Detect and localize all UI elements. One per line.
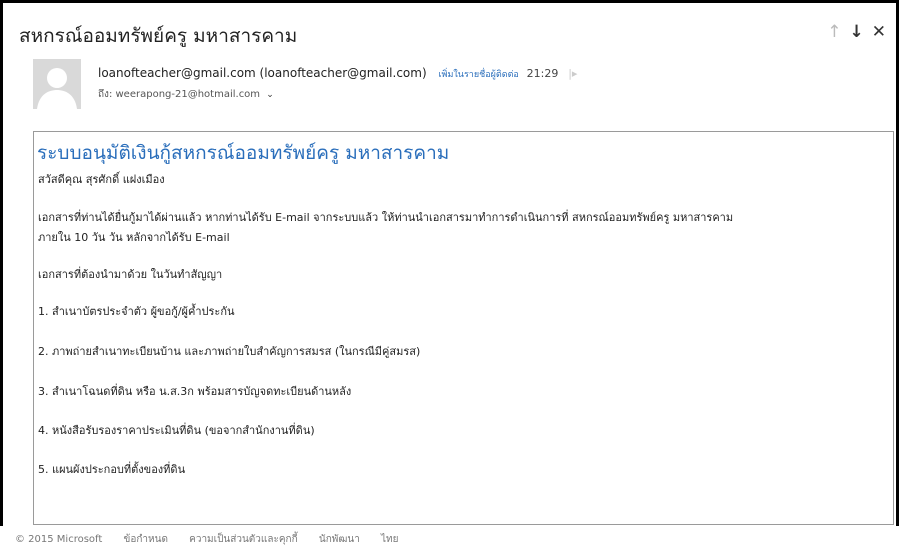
message-pane: สหกรณ์ออมทรัพย์ครู มหาสารคาม ↑ ↓ ✕ loano… <box>0 0 899 526</box>
chevron-down-icon[interactable]: ⌄ <box>266 90 274 100</box>
paragraph-line: ภายใน 10 วัน วัน หลักจากได้รับ E-mail <box>38 231 230 244</box>
copyright: © 2015 Microsoft <box>15 534 103 545</box>
body-title: ระบบอนุมัติเงินกู้สหกรณ์ออมทรัพย์ครู มหา… <box>37 142 450 164</box>
message-body: ระบบอนุมัติเงินกู้สหกรณ์ออมทรัพย์ครู มหา… <box>33 131 894 525</box>
close-icon[interactable]: ✕ <box>872 22 886 42</box>
to-label: ถึง: <box>98 89 113 100</box>
flag-icon[interactable]: |▸ <box>568 67 577 80</box>
privacy-link[interactable]: ความเป็นส่วนตัวและคุกกี้ <box>189 534 298 545</box>
sender-avatar-icon <box>33 59 81 109</box>
footer: © 2015 Microsoft ข้อกำหนด ความเป็นส่วนตั… <box>15 532 417 547</box>
documents-heading: เอกสารที่ต้องนำมาด้วย ในวันทำสัญญา <box>38 268 223 281</box>
list-item: 5. แผนผังประกอบที่ตั้งของที่ดิน <box>38 463 186 476</box>
terms-link[interactable]: ข้อกำหนด <box>124 534 168 545</box>
recipient-address[interactable]: weerapong-21@hotmail.com <box>116 89 261 100</box>
message-nav: ↑ ↓ ✕ <box>827 22 886 42</box>
previous-message-icon[interactable]: ↑ <box>827 22 841 42</box>
list-item: 4. หนังสือรับรองราคาประเมินที่ดิน (ขอจาก… <box>38 424 315 437</box>
list-item: 1. สำเนาบัตรประจำตัว ผู้ขอกู้/ผู้ค้ำประก… <box>38 305 235 318</box>
next-message-icon[interactable]: ↓ <box>850 22 864 42</box>
add-contact-link[interactable]: เพิ่มในรายชื่อผู้ติดต่อ <box>438 70 518 80</box>
paragraph-line: เอกสารที่ท่านได้ยื่นกู้มาได้ผ่านแล้ว หาก… <box>38 211 734 224</box>
language-link[interactable]: ไทย <box>381 534 398 545</box>
list-item: 2. ภาพถ่ายสำเนาทะเบียนบ้าน และภาพถ่ายใบส… <box>38 345 421 358</box>
sender-line: loanofteacher@gmail.com (loanofteacher@g… <box>98 66 577 81</box>
developers-link[interactable]: นักพัฒนา <box>319 534 360 545</box>
email-subject: สหกรณ์ออมทรัพย์ครู มหาสารคาม <box>19 25 298 47</box>
list-item: 3. สำเนาโฉนดที่ดิน หรือ น.ส.3ก พร้อมสารบ… <box>38 385 352 398</box>
sender-address[interactable]: loanofteacher@gmail.com (loanofteacher@g… <box>98 66 427 80</box>
recipient-line: ถึง: weerapong-21@hotmail.com ⌄ <box>98 87 274 102</box>
message-time: 21:29 <box>526 67 559 80</box>
greeting: สวัสดีคุณ สุรศักดิ์ แฝงเมือง <box>38 173 165 186</box>
